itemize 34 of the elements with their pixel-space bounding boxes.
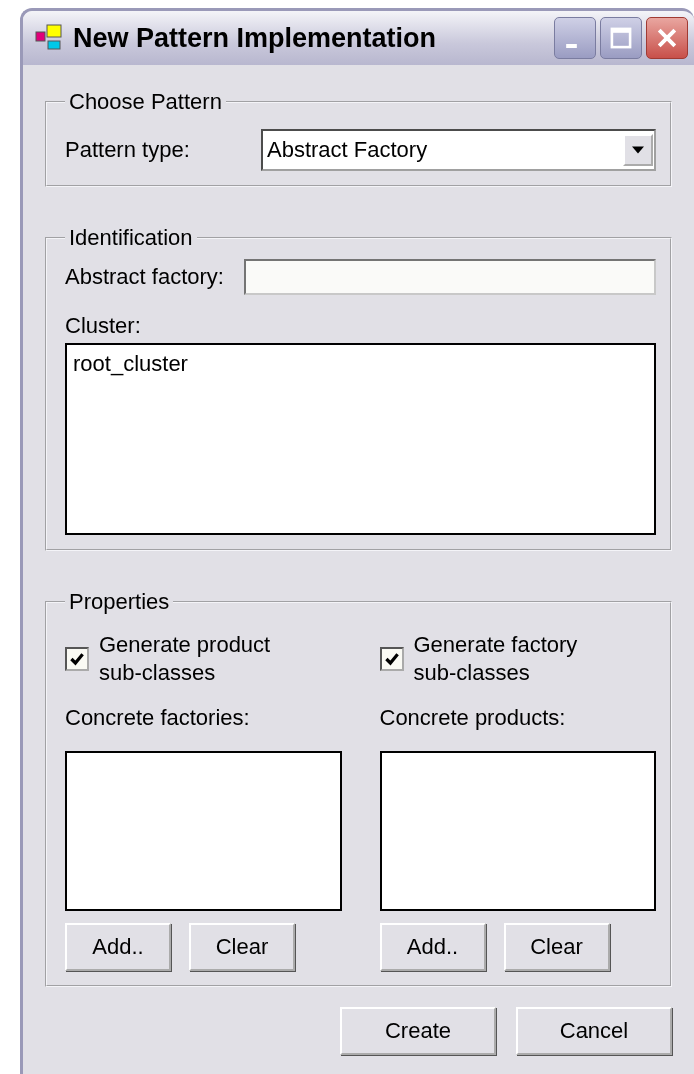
list-label: Concrete factories: <box>65 705 251 731</box>
minimize-button[interactable] <box>554 17 596 59</box>
app-icon <box>35 23 65 53</box>
list-label: Concrete products: <box>379 705 567 731</box>
window-title: New Pattern Implementation <box>73 22 438 54</box>
checkmark-icon <box>383 651 400 667</box>
abstract-factory-field[interactable] <box>243 259 656 295</box>
maximize-icon <box>608 25 634 51</box>
checkbox[interactable] <box>65 647 89 671</box>
pattern-type-dropdown[interactable]: Abstract Factory <box>261 129 656 171</box>
checkbox-label[interactable]: Generate factory sub-classes <box>413 631 614 687</box>
checkmark-icon <box>69 651 85 667</box>
group-title: Choose Pattern <box>68 89 223 115</box>
field-label: Abstract factory: <box>65 264 224 290</box>
cluster-list[interactable]: root_cluster <box>65 343 656 535</box>
checkbox-label[interactable]: Generate product sub-classes <box>99 631 299 687</box>
list-item[interactable]: root_cluster <box>73 351 648 377</box>
group-title: Properties <box>68 589 171 615</box>
field-label: Pattern type: <box>65 137 191 163</box>
list-box[interactable] <box>65 751 342 911</box>
cancel-button[interactable]: Cancel <box>516 1007 672 1055</box>
list-box[interactable] <box>379 751 656 911</box>
checkbox[interactable] <box>379 647 404 671</box>
list-button[interactable]: Clear <box>189 923 295 971</box>
list-button[interactable]: Clear <box>503 923 610 971</box>
maximize-button[interactable] <box>600 17 642 59</box>
dropdown-arrow-icon <box>632 146 644 154</box>
create-button[interactable]: Create <box>340 1007 496 1055</box>
group-title: Identification <box>68 225 194 251</box>
list-button[interactable]: Add.. <box>65 923 171 971</box>
field-label: Cluster: <box>65 313 142 339</box>
list-button[interactable]: Add.. <box>379 923 486 971</box>
minimize-icon <box>565 44 577 48</box>
close-button[interactable] <box>646 17 688 59</box>
